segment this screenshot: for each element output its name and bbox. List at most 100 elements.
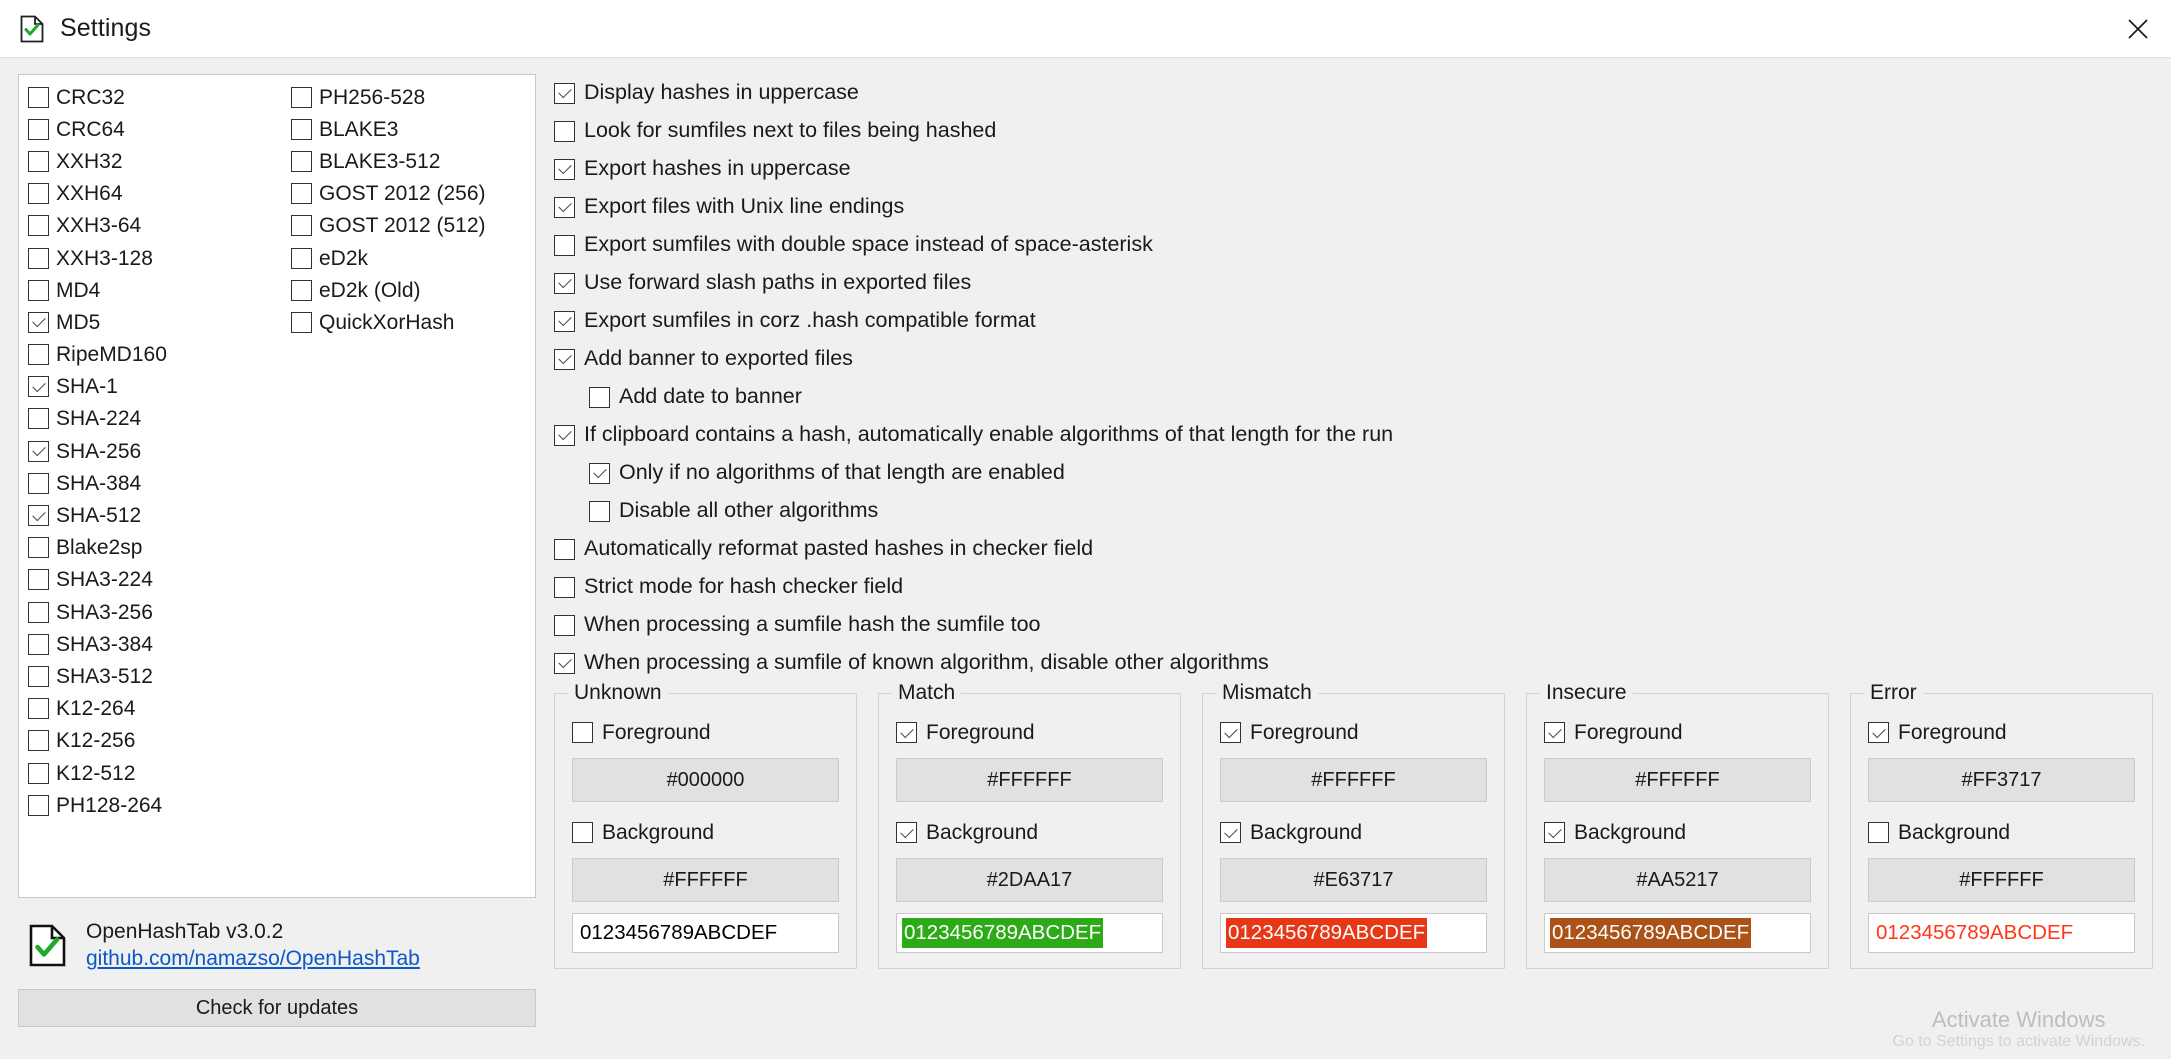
algorithm-item[interactable]: SHA3-256 bbox=[28, 596, 281, 628]
foreground-checkbox[interactable] bbox=[1868, 722, 1889, 743]
option-row[interactable]: Look for sumfiles next to files being ha… bbox=[554, 112, 2153, 150]
background-check-row[interactable]: Background bbox=[572, 816, 839, 849]
algorithm-item[interactable]: PH256-528 bbox=[291, 81, 531, 113]
option-checkbox[interactable] bbox=[554, 424, 575, 446]
algorithm-item[interactable]: BLAKE3 bbox=[291, 113, 531, 145]
option-checkbox[interactable] bbox=[589, 462, 610, 484]
algorithm-checkbox[interactable] bbox=[28, 344, 49, 366]
algorithm-item[interactable]: MD5 bbox=[28, 306, 281, 338]
algorithm-checkbox[interactable] bbox=[28, 215, 49, 237]
algorithm-checkbox[interactable] bbox=[28, 408, 49, 430]
option-checkbox[interactable] bbox=[554, 82, 575, 104]
background-checkbox[interactable] bbox=[572, 822, 593, 843]
foreground-checkbox[interactable] bbox=[1544, 722, 1565, 743]
option-row[interactable]: Only if no algorithms of that length are… bbox=[554, 454, 2153, 492]
algorithm-item[interactable]: XXH64 bbox=[28, 178, 281, 210]
algorithm-item[interactable]: GOST 2012 (256) bbox=[291, 178, 531, 210]
background-checkbox[interactable] bbox=[1544, 822, 1565, 843]
algorithm-item[interactable]: CRC64 bbox=[28, 113, 281, 145]
algorithm-item[interactable]: SHA-224 bbox=[28, 403, 281, 435]
foreground-color-button[interactable]: #FF3717 bbox=[1868, 758, 2135, 802]
foreground-checkbox[interactable] bbox=[896, 722, 917, 743]
algorithm-item[interactable]: SHA3-512 bbox=[28, 660, 281, 692]
algorithm-checkbox[interactable] bbox=[28, 150, 49, 172]
foreground-color-button[interactable]: #000000 bbox=[572, 758, 839, 802]
algorithm-checkbox[interactable] bbox=[28, 633, 49, 655]
option-row[interactable]: Add banner to exported files bbox=[554, 340, 2153, 378]
option-row[interactable]: Export sumfiles with double space instea… bbox=[554, 226, 2153, 264]
check-for-updates-button[interactable]: Check for updates bbox=[18, 989, 536, 1027]
foreground-check-row[interactable]: Foreground bbox=[1220, 716, 1487, 749]
algorithm-item[interactable]: eD2k (Old) bbox=[291, 274, 531, 306]
algorithm-checkbox[interactable] bbox=[28, 86, 49, 108]
option-row[interactable]: When processing a sumfile of known algor… bbox=[554, 644, 2153, 682]
option-checkbox[interactable] bbox=[554, 348, 575, 370]
option-row[interactable]: Display hashes in uppercase bbox=[554, 74, 2153, 112]
foreground-color-button[interactable]: #FFFFFF bbox=[1544, 758, 1811, 802]
option-row[interactable]: Add date to banner bbox=[554, 378, 2153, 416]
foreground-checkbox[interactable] bbox=[1220, 722, 1241, 743]
foreground-check-row[interactable]: Foreground bbox=[1544, 716, 1811, 749]
foreground-checkbox[interactable] bbox=[572, 722, 593, 743]
background-color-button[interactable]: #E63717 bbox=[1220, 858, 1487, 902]
option-row[interactable]: Use forward slash paths in exported file… bbox=[554, 264, 2153, 302]
background-checkbox[interactable] bbox=[1868, 822, 1889, 843]
option-checkbox[interactable] bbox=[554, 120, 575, 142]
algorithm-checkbox[interactable] bbox=[28, 376, 49, 398]
algorithm-checkbox[interactable] bbox=[291, 183, 312, 205]
option-row[interactable]: Export hashes in uppercase bbox=[554, 150, 2153, 188]
algorithm-item[interactable]: XXH32 bbox=[28, 145, 281, 177]
algorithm-item[interactable]: SHA3-384 bbox=[28, 628, 281, 660]
option-row[interactable]: Strict mode for hash checker field bbox=[554, 568, 2153, 606]
background-checkbox[interactable] bbox=[1220, 822, 1241, 843]
option-checkbox[interactable] bbox=[554, 234, 575, 256]
option-checkbox[interactable] bbox=[589, 386, 610, 408]
algorithm-checkbox[interactable] bbox=[28, 279, 49, 301]
algorithm-checkbox[interactable] bbox=[291, 247, 312, 269]
option-row[interactable]: Export sumfiles in corz .hash compatible… bbox=[554, 302, 2153, 340]
background-check-row[interactable]: Background bbox=[1220, 816, 1487, 849]
option-checkbox[interactable] bbox=[554, 652, 575, 674]
algorithm-item[interactable]: CRC32 bbox=[28, 81, 281, 113]
algorithm-checkbox[interactable] bbox=[28, 601, 49, 623]
algorithm-item[interactable]: SHA-256 bbox=[28, 435, 281, 467]
algorithm-item[interactable]: QuickXorHash bbox=[291, 306, 531, 338]
algorithm-checkbox[interactable] bbox=[291, 311, 312, 333]
algorithm-checkbox[interactable] bbox=[28, 472, 49, 494]
algorithm-item[interactable]: PH128-264 bbox=[28, 789, 281, 821]
algorithm-item[interactable]: Blake2sp bbox=[28, 532, 281, 564]
algorithm-item[interactable]: RipeMD160 bbox=[28, 339, 281, 371]
algorithm-checkbox[interactable] bbox=[28, 794, 49, 816]
algorithm-checkbox[interactable] bbox=[291, 118, 312, 140]
algorithm-checkbox[interactable] bbox=[28, 440, 49, 462]
option-row[interactable]: Automatically reformat pasted hashes in … bbox=[554, 530, 2153, 568]
background-color-button[interactable]: #FFFFFF bbox=[572, 858, 839, 902]
algorithm-checkbox[interactable] bbox=[28, 311, 49, 333]
close-button[interactable] bbox=[2105, 0, 2171, 57]
algorithm-item[interactable]: GOST 2012 (512) bbox=[291, 210, 531, 242]
background-checkbox[interactable] bbox=[896, 822, 917, 843]
option-checkbox[interactable] bbox=[589, 500, 610, 522]
algorithm-item[interactable]: eD2k bbox=[291, 242, 531, 274]
background-color-button[interactable]: #2DAA17 bbox=[896, 858, 1163, 902]
background-check-row[interactable]: Background bbox=[1868, 816, 2135, 849]
option-row[interactable]: If clipboard contains a hash, automatica… bbox=[554, 416, 2153, 454]
algorithm-item[interactable]: SHA-384 bbox=[28, 467, 281, 499]
algorithm-checkbox[interactable] bbox=[28, 537, 49, 559]
algorithm-checkbox[interactable] bbox=[28, 698, 49, 720]
option-checkbox[interactable] bbox=[554, 576, 575, 598]
foreground-check-row[interactable]: Foreground bbox=[572, 716, 839, 749]
option-row[interactable]: Disable all other algorithms bbox=[554, 492, 2153, 530]
foreground-color-button[interactable]: #FFFFFF bbox=[896, 758, 1163, 802]
algorithm-checkbox[interactable] bbox=[291, 86, 312, 108]
algorithm-checkbox[interactable] bbox=[291, 215, 312, 237]
algorithm-checkbox[interactable] bbox=[28, 505, 49, 527]
algorithm-checkbox[interactable] bbox=[28, 569, 49, 591]
algorithm-checkbox[interactable] bbox=[28, 762, 49, 784]
option-checkbox[interactable] bbox=[554, 196, 575, 218]
algorithm-item[interactable]: BLAKE3-512 bbox=[291, 145, 531, 177]
algorithm-item[interactable]: MD4 bbox=[28, 274, 281, 306]
option-checkbox[interactable] bbox=[554, 272, 575, 294]
algorithm-checkbox[interactable] bbox=[28, 118, 49, 140]
algorithm-checkbox[interactable] bbox=[28, 247, 49, 269]
